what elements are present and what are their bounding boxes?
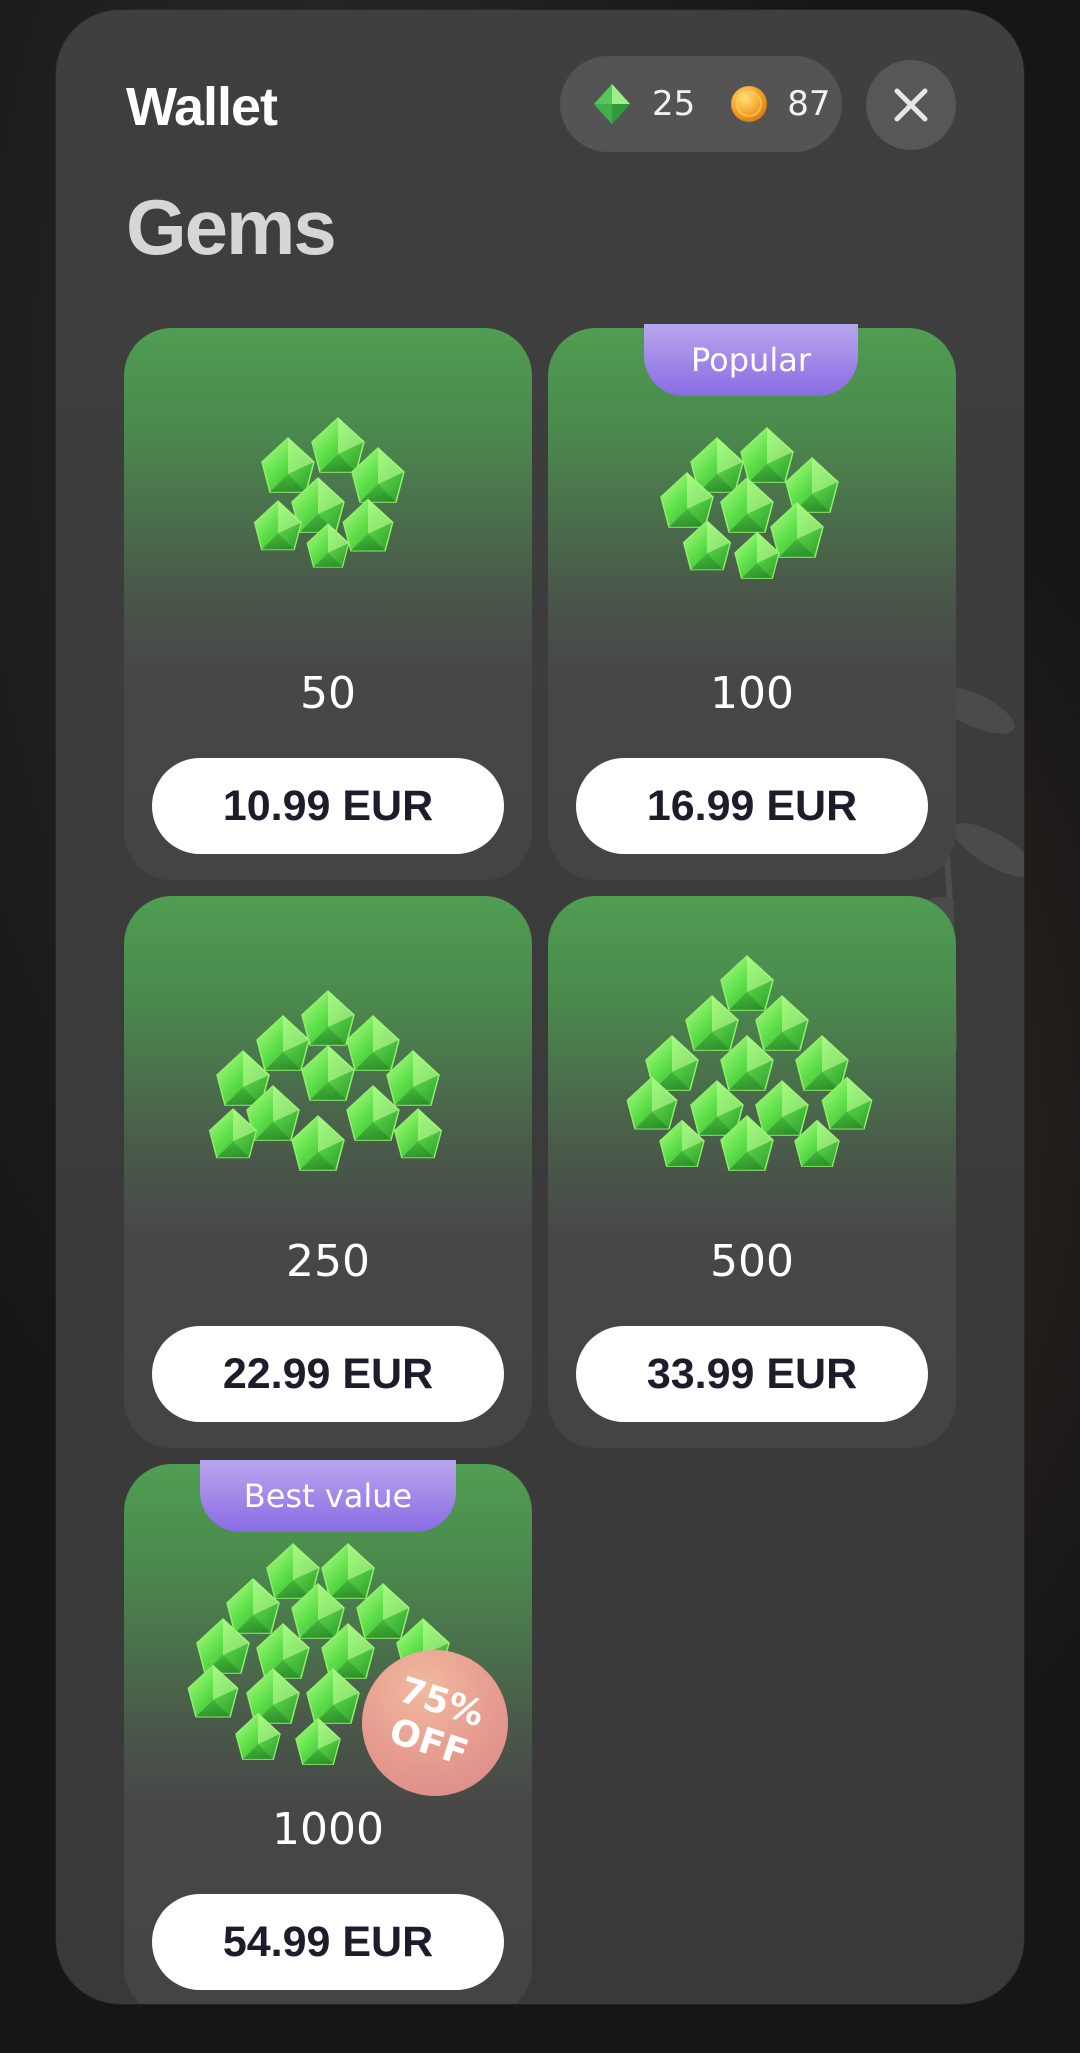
pack-amount: 100 (710, 668, 794, 719)
coin-balance: 87 (787, 84, 831, 124)
best-value-badge: Best value (200, 1460, 456, 1532)
gem-pack-card[interactable]: 500 33.99 EUR (548, 896, 956, 1448)
wallet-panel: Wallet 25 87 Gems 50 10.99 EUR Popular 1… (56, 10, 1024, 2004)
popular-badge: Popular (644, 324, 858, 396)
gem-pack-card[interactable]: Popular 100 16.99 EUR (548, 324, 956, 880)
gem-balance: 25 (652, 84, 696, 124)
gem-icon (594, 84, 630, 124)
buy-button[interactable]: 22.99 EUR (152, 1326, 504, 1422)
gem-pile-icon (660, 427, 839, 580)
close-button[interactable] (866, 60, 956, 150)
buy-button[interactable]: 33.99 EUR (576, 1326, 928, 1422)
pack-amount: 50 (300, 668, 356, 719)
wallet-title: Wallet (126, 77, 278, 137)
gem-pack-card[interactable]: Best value 75% OFF 1000 54.99 EUR (124, 1460, 532, 2004)
pack-amount: 1000 (272, 1804, 384, 1855)
balance-pill: 25 87 (560, 56, 842, 152)
gem-pile-icon (208, 990, 443, 1171)
pack-amount: 500 (710, 1236, 794, 1287)
buy-button[interactable]: 16.99 EUR (576, 758, 928, 854)
buy-button[interactable]: 10.99 EUR (152, 758, 504, 854)
gem-pile-icon (626, 955, 873, 1171)
pack-amount: 250 (286, 1236, 370, 1287)
coin-icon (731, 86, 768, 122)
section-title: Gems (126, 183, 337, 271)
buy-button[interactable]: 54.99 EUR (152, 1894, 504, 1990)
close-icon (894, 88, 928, 122)
gem-pack-card[interactable]: 50 10.99 EUR (124, 328, 532, 880)
gem-pack-card[interactable]: 250 22.99 EUR (124, 896, 532, 1448)
gem-pile-icon (253, 417, 405, 568)
